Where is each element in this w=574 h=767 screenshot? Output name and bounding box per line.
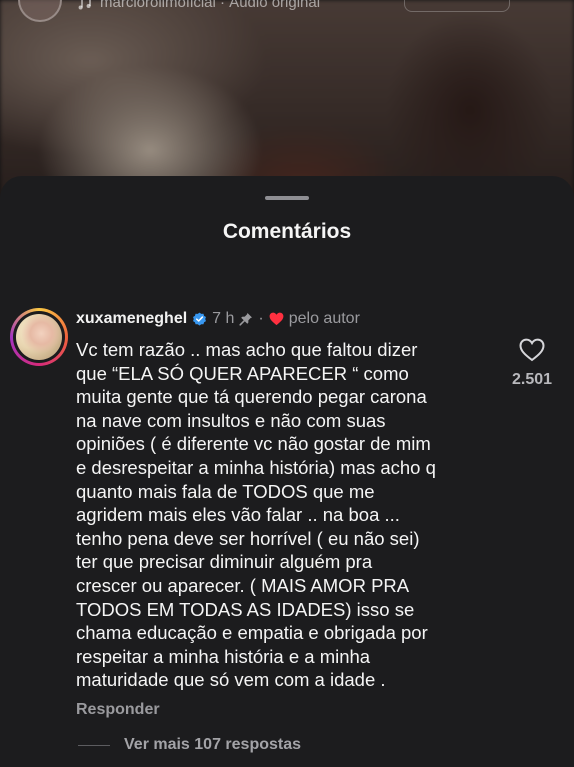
like-count: 2.501: [511, 371, 553, 388]
liked-by-author-heart-icon: [269, 312, 284, 326]
comment-text: Vc tem razão .. mas acho que faltou dize…: [76, 339, 436, 691]
comments-sheet: Comentários xuxameneghel 7 h · pelo auto…: [0, 176, 574, 767]
replies-divider-line: [78, 744, 110, 746]
view-more-replies-label: Ver mais 107 respostas: [124, 736, 302, 753]
commenter-avatar[interactable]: [10, 308, 68, 366]
view-more-replies-button[interactable]: Ver mais 107 respostas: [78, 736, 301, 754]
reply-button[interactable]: Responder: [76, 701, 160, 719]
meta-separator: ·: [258, 310, 264, 327]
sheet-drag-handle[interactable]: [265, 196, 309, 200]
avatar-ring-gap: [13, 311, 65, 363]
comment-meta: xuxameneghel 7 h · pelo autor: [76, 310, 360, 328]
music-note-icon: [78, 0, 91, 9]
comment-username[interactable]: xuxameneghel: [76, 310, 187, 328]
audio-attribution[interactable]: marciorolimoficial · Áudio original: [78, 0, 320, 11]
audio-label: marciorolimoficial · Áudio original: [100, 0, 321, 11]
sheet-title: Comentários: [222, 220, 352, 243]
pin-icon: [239, 313, 253, 326]
verified-badge-icon: [193, 312, 207, 325]
avatar-photo: [16, 314, 62, 360]
reels-comments-screen: marciorolimoficial · Áudio original Come…: [0, 0, 574, 767]
follow-button[interactable]: [404, 0, 510, 12]
comment-time: 7 h: [212, 310, 235, 327]
heart-outline-icon[interactable]: [519, 338, 545, 362]
liked-by-author-label: pelo autor: [288, 310, 360, 327]
